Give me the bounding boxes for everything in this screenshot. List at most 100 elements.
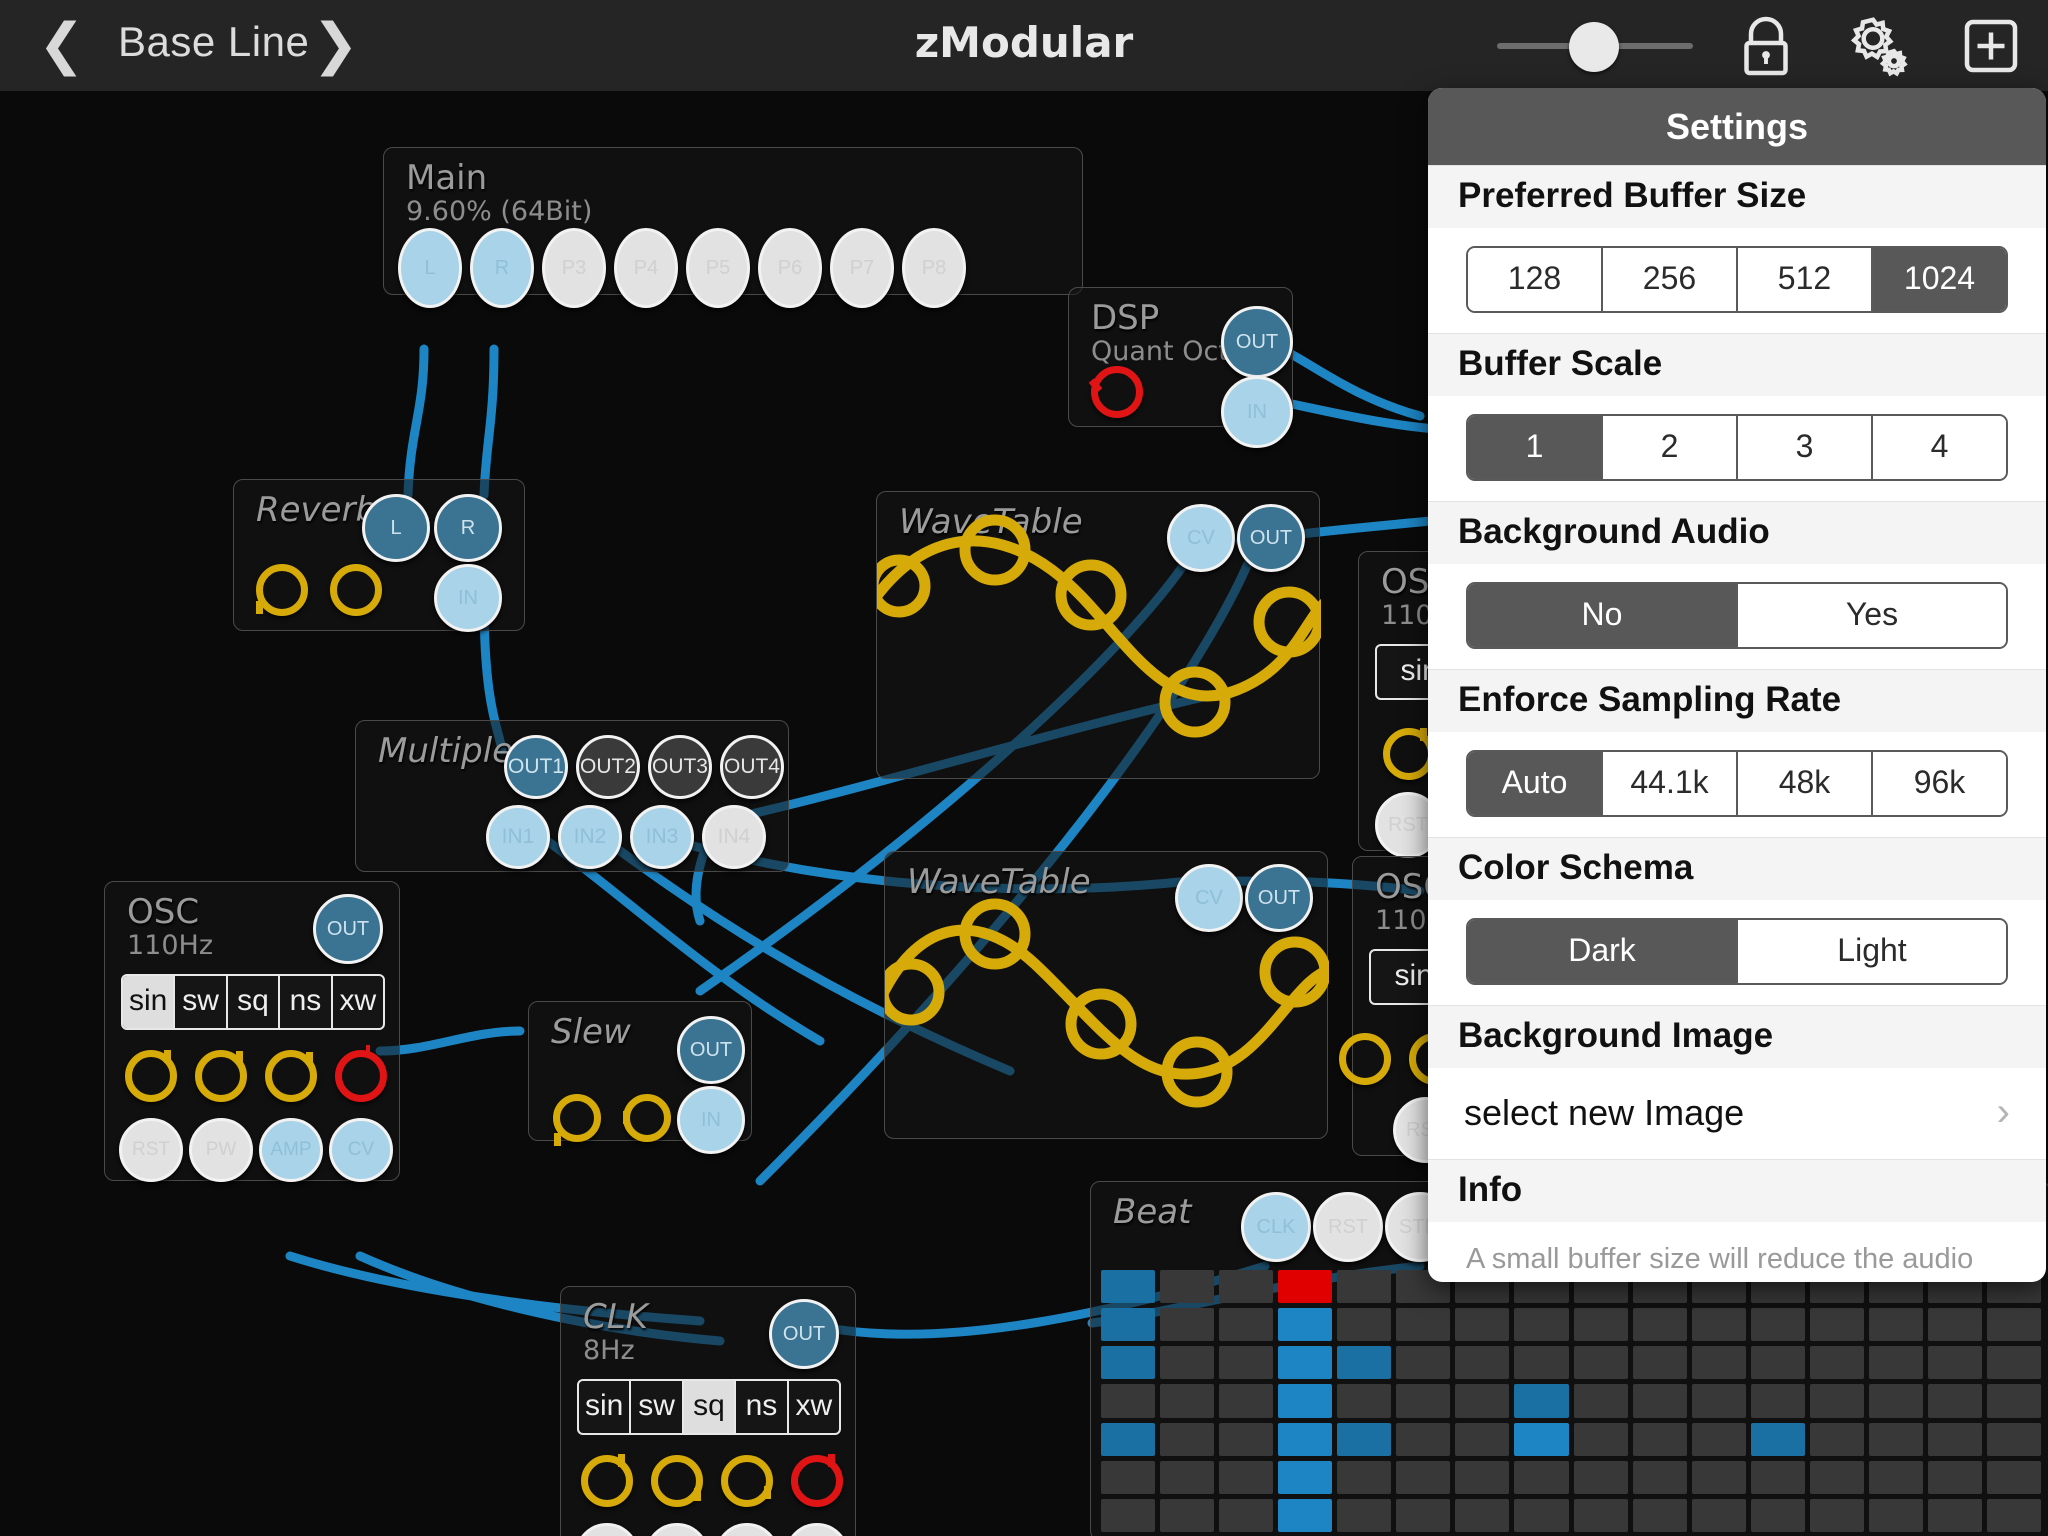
beat-cell-r4-c15[interactable] xyxy=(1986,1422,2041,1456)
multiple-jack-in4[interactable]: IN4 xyxy=(702,805,766,869)
main-jack-l[interactable]: L xyxy=(398,228,462,308)
beat-cell-r3-c4[interactable] xyxy=(1337,1384,1392,1418)
settings-panel[interactable]: Settings Preferred Buffer Size 128 256 512 1… xyxy=(1428,88,2046,1282)
beat-cell-r2-c0[interactable] xyxy=(1101,1346,1156,1380)
beat-cell-r0-c0[interactable] xyxy=(1101,1270,1156,1304)
segment-option-Yes[interactable]: Yes xyxy=(1738,584,2006,647)
segment-option-2[interactable]: 2 xyxy=(1603,416,1738,479)
beat-cell-r2-c12[interactable] xyxy=(1809,1346,1864,1380)
segmented-control-4[interactable]: Dark Light xyxy=(1466,918,2008,985)
beat-cell-r6-c14[interactable] xyxy=(1927,1498,1982,1532)
module-slew[interactable]: Slew OUT IN xyxy=(528,1001,752,1154)
main-jack-p7[interactable]: P7 xyxy=(830,228,894,308)
beat-cell-r3-c13[interactable] xyxy=(1868,1384,1923,1418)
jack-out[interactable]: OUT xyxy=(313,894,383,964)
knob-osc_left-2[interactable] xyxy=(195,1050,247,1102)
knob-osc_left-3[interactable] xyxy=(265,1050,317,1102)
beat-cell-r6-c4[interactable] xyxy=(1337,1498,1392,1532)
multiple-jack-in2[interactable]: IN2 xyxy=(558,805,622,869)
segment-option-No[interactable]: No xyxy=(1468,584,1738,647)
beat-cell-r4-c10[interactable] xyxy=(1691,1422,1746,1456)
beat-cell-r4-c5[interactable] xyxy=(1396,1422,1451,1456)
segment-option-44.1k[interactable]: 44.1k xyxy=(1603,752,1738,815)
module-osc-left[interactable]: OSC 110Hz OUT sin sw sq ns xw RST PW AMP CV xyxy=(104,881,400,1182)
beat-cell-r6-c0[interactable] xyxy=(1101,1498,1156,1532)
beat-cell-r6-c15[interactable] xyxy=(1986,1498,2041,1532)
knob-osc-a[interactable] xyxy=(1339,1033,1391,1085)
beat-cell-r6-c9[interactable] xyxy=(1632,1498,1687,1532)
beat-cell-r4-c7[interactable] xyxy=(1514,1422,1569,1456)
beat-cell-r2-c9[interactable] xyxy=(1632,1346,1687,1380)
beat-cell-r3-c6[interactable] xyxy=(1455,1384,1510,1418)
segment-option-128[interactable]: 128 xyxy=(1468,248,1603,311)
beat-cell-r2-c2[interactable] xyxy=(1219,1346,1274,1380)
knob-quant[interactable] xyxy=(1088,366,1143,418)
beat-cell-r1-c4[interactable] xyxy=(1337,1308,1392,1342)
beat-cell-r1-c7[interactable] xyxy=(1514,1308,1569,1342)
wavetable-curve[interactable] xyxy=(885,852,1329,1140)
beat-cell-r3-c1[interactable] xyxy=(1160,1384,1215,1418)
segment-option-Auto[interactable]: Auto xyxy=(1468,752,1603,815)
beat-cell-r6-c13[interactable] xyxy=(1868,1498,1923,1532)
module-wavetable-1[interactable]: WaveTable CV OUT xyxy=(876,491,1321,779)
wave-option-sq[interactable]: sq xyxy=(683,1381,737,1433)
knob-clk-4[interactable] xyxy=(791,1454,843,1507)
beat-cell-r5-c15[interactable] xyxy=(1986,1460,2041,1494)
jack-rst[interactable]: RST xyxy=(575,1523,639,1536)
beat-cell-r3-c12[interactable] xyxy=(1809,1384,1864,1418)
multiple-jack-out4[interactable]: OUT4 xyxy=(720,735,784,799)
segment-option-256[interactable]: 256 xyxy=(1603,248,1738,311)
main-jack-p6[interactable]: P6 xyxy=(758,228,822,308)
segment-option-1024[interactable]: 1024 xyxy=(1873,248,2006,311)
multiple-jack-out2[interactable]: OUT2 xyxy=(576,735,640,799)
lock-icon[interactable] xyxy=(1730,10,1802,87)
beat-cell-r4-c13[interactable] xyxy=(1868,1422,1923,1456)
beat-cell-r1-c3[interactable] xyxy=(1278,1308,1333,1342)
wave-option-ns[interactable]: ns xyxy=(736,1381,789,1433)
beat-cell-r2-c15[interactable] xyxy=(1986,1346,2041,1380)
beat-cell-r4-c6[interactable] xyxy=(1455,1422,1510,1456)
beat-cell-r2-c7[interactable] xyxy=(1514,1346,1569,1380)
beat-cell-r1-c9[interactable] xyxy=(1632,1308,1687,1342)
wave-option-ns[interactable]: ns xyxy=(280,976,333,1028)
beat-cell-r6-c6[interactable] xyxy=(1455,1498,1510,1532)
beat-cell-r6-c3[interactable] xyxy=(1278,1498,1333,1532)
beat-cell-r5-c12[interactable] xyxy=(1809,1460,1864,1494)
slider-thumb[interactable] xyxy=(1569,22,1619,72)
multiple-jack-out3[interactable]: OUT3 xyxy=(648,735,712,799)
beat-cell-r4-c2[interactable] xyxy=(1219,1422,1274,1456)
jack-in[interactable]: IN xyxy=(1221,376,1293,448)
knob-osc_left-1[interactable] xyxy=(125,1050,177,1102)
beat-cell-r1-c12[interactable] xyxy=(1809,1308,1864,1342)
beat-cell-r2-c5[interactable] xyxy=(1396,1346,1451,1380)
settings-sections[interactable]: Preferred Buffer Size 128 256 512 1024 Buffer… xyxy=(1428,165,2046,1005)
knob-reverb-2[interactable] xyxy=(330,564,382,616)
jack-in[interactable]: IN xyxy=(434,564,502,632)
beat-cell-r5-c1[interactable] xyxy=(1160,1460,1215,1494)
beat-cell-r1-c14[interactable] xyxy=(1927,1308,1982,1342)
master-volume-slider[interactable] xyxy=(1497,22,1693,72)
beat-cell-r1-c10[interactable] xyxy=(1691,1308,1746,1342)
segment-option-512[interactable]: 512 xyxy=(1738,248,1873,311)
jack-rst[interactable]: RST xyxy=(1313,1192,1383,1262)
knob-clk-3[interactable] xyxy=(721,1455,773,1507)
beat-cell-r3-c14[interactable] xyxy=(1927,1384,1982,1418)
segmented-control-2[interactable]: No Yes xyxy=(1466,582,2008,649)
segment-option-3[interactable]: 3 xyxy=(1738,416,1873,479)
beat-cell-r0-c4[interactable] xyxy=(1337,1270,1392,1304)
beat-cell-r1-c11[interactable] xyxy=(1750,1308,1805,1342)
wave-option-sw[interactable]: sw xyxy=(175,976,228,1028)
beat-step-grid[interactable] xyxy=(1101,1270,2041,1532)
segment-option-Light[interactable]: Light xyxy=(1738,920,2006,983)
knob-clk-1[interactable] xyxy=(581,1454,633,1507)
beat-cell-r5-c0[interactable] xyxy=(1101,1460,1156,1494)
main-jack-p3[interactable]: P3 xyxy=(542,228,606,308)
beat-cell-r1-c6[interactable] xyxy=(1455,1308,1510,1342)
clk-waveform-selector[interactable]: sin sw sq ns xw xyxy=(577,1379,841,1435)
beat-cell-r3-c11[interactable] xyxy=(1750,1384,1805,1418)
segment-option-4[interactable]: 4 xyxy=(1873,416,2006,479)
module-clk[interactable]: CLK 8Hz OUT sinswsqnsxw RST PW AMP CV xyxy=(560,1286,856,1536)
beat-cell-r6-c12[interactable] xyxy=(1809,1498,1864,1532)
beat-cell-r4-c12[interactable] xyxy=(1809,1422,1864,1456)
beat-cell-r3-c2[interactable] xyxy=(1219,1384,1274,1418)
